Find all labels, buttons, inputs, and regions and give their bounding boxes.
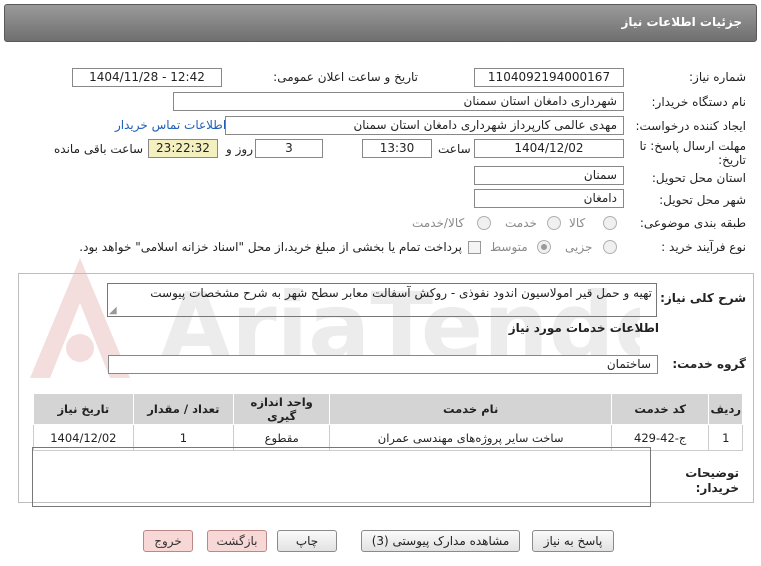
process-option-medium: متوسط (490, 240, 528, 254)
province-field: سمنان (474, 166, 624, 185)
need-number-field: 1104092194000167 (474, 68, 624, 87)
col-code: کد خدمت (610, 393, 710, 425)
back-button[interactable]: بازگشت (207, 530, 267, 552)
service-group-field: ساختمان (108, 355, 658, 374)
process-option-minor: جزیی (565, 240, 593, 254)
creator-field: مهدی عالمی کارپرداز شهرداری دامغان استان… (225, 116, 624, 135)
page-header: جزئیات اطلاعات نیاز (4, 4, 757, 42)
days-label: روز و (226, 142, 253, 156)
services-heading: اطلاعات خدمات مورد نیاز (508, 321, 659, 335)
category-radio-goods[interactable] (603, 216, 617, 230)
page-title: جزئیات اطلاعات نیاز (621, 15, 742, 29)
deadline-time-field: 13:30 (362, 139, 432, 158)
deadline-label-date: تاریخ: (718, 153, 746, 167)
remaining-time-field: 23:22:32 (148, 139, 218, 158)
remaining-label: ساعت باقی مانده (54, 142, 144, 156)
notes-label: توضیحات (685, 466, 739, 480)
days-field: 3 (255, 139, 323, 158)
notes-label-buyer: خریدار: (695, 481, 739, 495)
need-number-label: شماره نیاز: (689, 70, 746, 84)
deadline-date-field: 1404/12/02 (474, 139, 624, 158)
category-radio-goods-service[interactable] (477, 216, 491, 230)
category-option-goods-service: کالا/خدمت (412, 216, 465, 230)
process-label: نوع فرآیند خرید : (661, 240, 746, 254)
announce-label: تاریخ و ساعت اعلان عمومی: (273, 70, 418, 84)
col-qty: تعداد / مقدار (132, 393, 235, 425)
exit-button[interactable]: خروج (143, 530, 193, 552)
province-label: استان محل تحویل: (651, 171, 746, 185)
process-radio-medium[interactable] (537, 240, 551, 254)
category-label: طبقه بندی موضوعی: (639, 216, 746, 230)
deadline-label: مهلت ارسال پاسخ: تا (639, 139, 746, 153)
category-option-service: خدمت (505, 216, 537, 230)
buyer-org-field: شهرداری دامغان استان سمنان (173, 92, 624, 111)
reply-button[interactable]: پاسخ به نیاز (532, 530, 614, 552)
col-unit: واحد اندازه گیری (233, 393, 331, 425)
announce-field: 1404/11/28 - 12:42 (72, 68, 222, 87)
treasury-payment-checkbox[interactable] (468, 241, 481, 254)
buyer-org-label: نام دستگاه خریدار: (651, 95, 747, 109)
services-table-header: ردیف کد خدمت نام خدمت واحد اندازه گیری ت… (33, 393, 743, 425)
buyer-notes-textarea (32, 447, 651, 507)
summary-textarea: تهیه و حمل قیر امولاسیون اندود نفوذی - ر… (107, 283, 657, 317)
print-button[interactable]: چاپ (277, 530, 337, 552)
resize-handle-icon[interactable]: ◢ (109, 305, 117, 316)
category-radio-service[interactable] (547, 216, 561, 230)
deadline-time-label: ساعت (438, 142, 471, 156)
col-row: ردیف (708, 393, 743, 425)
services-table: ردیف کد خدمت نام خدمت واحد اندازه گیری ت… (33, 393, 743, 451)
attachments-button[interactable]: مشاهده مدارک پیوستی (3) (361, 530, 520, 552)
summary-label: شرح کلی نیاز: (660, 291, 746, 305)
city-label: شهر محل تحویل: (659, 193, 746, 207)
category-option-goods: کالا (569, 216, 586, 230)
col-name: نام خدمت (329, 393, 612, 425)
creator-label: ایجاد کننده درخواست: (635, 119, 746, 133)
service-group-label: گروه خدمت: (672, 357, 746, 371)
col-date: تاریخ نیاز (33, 393, 134, 425)
process-radio-minor[interactable] (603, 240, 617, 254)
cell-row: 1 (708, 424, 743, 451)
buyer-contact-link[interactable]: اطلاعات تماس خریدار (115, 118, 226, 132)
city-field: دامغان (474, 189, 624, 208)
treasury-payment-note: پرداخت تمام یا بخشی از مبلغ خرید،از محل … (79, 240, 462, 254)
